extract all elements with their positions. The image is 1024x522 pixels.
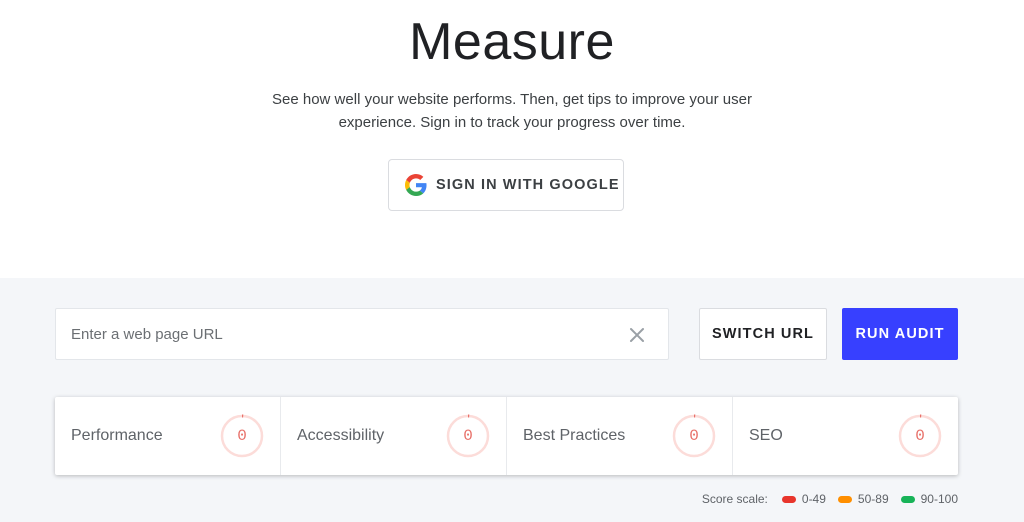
score-value: 0 <box>689 427 699 445</box>
run-audit-button[interactable]: RUN AUDIT <box>842 308 958 360</box>
score-value: 0 <box>463 427 473 445</box>
page-title: Measure <box>409 13 615 71</box>
score-scale-range: 90-100 <box>900 492 958 506</box>
score-scale-range-label: 0-49 <box>801 492 826 506</box>
score-summary: Performance 0 Accessibility 0 Best Pract… <box>55 397 958 475</box>
google-g-icon <box>405 174 427 196</box>
score-card-seo: SEO 0 <box>733 397 958 475</box>
score-value: 0 <box>237 427 247 445</box>
score-scale-range-label: 90-100 <box>920 492 958 506</box>
switch-url-button[interactable]: SWITCH URL <box>699 308 827 360</box>
close-icon[interactable] <box>628 326 646 344</box>
score-scale-legend: Score scale: 0-49 50-89 90-100 <box>702 492 958 506</box>
sign-in-with-google-button[interactable]: SIGN IN WITH GOOGLE <box>388 159 624 211</box>
score-scale-range: 0-49 <box>781 492 826 506</box>
hero-section: Measure See how well your website perfor… <box>0 0 1024 278</box>
score-label: Best Practices <box>523 427 626 444</box>
score-card-best-practices: Best Practices 0 <box>507 397 733 475</box>
audit-panel: SWITCH URL RUN AUDIT Performance 0 Acces… <box>0 278 1024 522</box>
green-pill-icon <box>900 495 915 503</box>
score-scale-range-label: 50-89 <box>857 492 889 506</box>
score-label: Performance <box>71 427 163 444</box>
score-value: 0 <box>915 427 925 445</box>
score-label: SEO <box>749 427 783 444</box>
score-label: Accessibility <box>297 427 385 444</box>
score-card-accessibility: Accessibility 0 <box>281 397 507 475</box>
sign-in-label: SIGN IN WITH GOOGLE <box>436 177 620 193</box>
orange-pill-icon <box>837 495 852 503</box>
score-scale-label: Score scale: <box>701 492 768 506</box>
url-field-container <box>55 308 669 360</box>
page-subtitle: See how well your website performs. Then… <box>272 91 752 131</box>
score-scale-range: 50-89 <box>837 492 889 506</box>
score-card-performance: Performance 0 <box>55 397 281 475</box>
red-pill-icon <box>781 495 796 503</box>
url-input[interactable] <box>56 309 596 359</box>
